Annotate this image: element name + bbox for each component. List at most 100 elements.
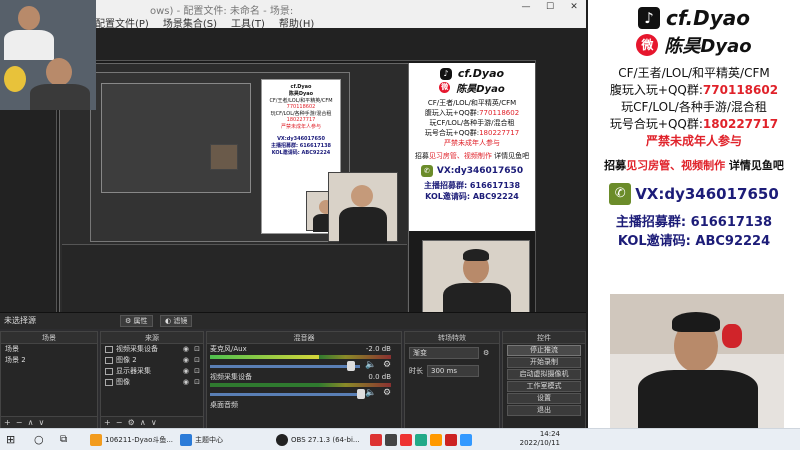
eye-icon[interactable]: ◉ (183, 344, 189, 355)
eye-icon[interactable]: ◉ (183, 377, 189, 388)
virtual-camera-button[interactable]: 启动虚拟摄像机 (507, 369, 581, 380)
eye-icon[interactable]: ◉ (183, 366, 189, 377)
screen: ows) - 配置文件: 未命名 - 场景: 配置文件(P) 场景集合(S) 工… (0, 0, 800, 450)
lock-icon[interactable]: ⊡ (194, 355, 200, 366)
transition-select[interactable]: 渐变 (409, 347, 479, 359)
taskbar-app-obs[interactable]: OBS 27.1.3 (64-bi... (276, 432, 360, 448)
volume-slider[interactable]: 🔈 ⚙ (207, 388, 401, 400)
volume-slider[interactable]: 🔈 ⚙ (207, 360, 401, 372)
source-item[interactable]: 图像 2 ◉ ⊡ (101, 355, 203, 366)
source-item[interactable]: 图像 ◉ ⊡ (101, 377, 203, 388)
gear-icon[interactable]: ⚙ (128, 418, 135, 427)
speaker-icon[interactable]: 🔈 (365, 360, 376, 370)
promo-kol: KOL邀请码: ABC92224 (617, 234, 771, 249)
canvas-promo-wechat: VX:dy346017650 (436, 166, 524, 176)
nested-promo-line3: 玩CF/LOL/各种手游/混合租 (270, 111, 332, 117)
remove-icon[interactable]: − (16, 418, 23, 427)
promo-line4-prefix: 玩号合玩+QQ群: (609, 117, 703, 131)
transitions-title: 转场特效 (405, 332, 499, 344)
nested-webcam-2 (210, 144, 238, 170)
canvas-promo-line2-prefix: 腹玩入玩+QQ群: (424, 109, 480, 117)
nested-obs-docks (62, 244, 407, 314)
canvas-promo-recruit-2: 详情见鱼吧 (494, 152, 530, 160)
promo-line2-prefix: 腹玩入玩+QQ群: (609, 83, 703, 97)
webcam-overlay-right (610, 294, 784, 428)
volume-knob[interactable] (357, 389, 365, 399)
scenes-title: 场景 (1, 332, 97, 344)
mixer-meter (210, 355, 391, 359)
search-icon[interactable]: ○ (34, 432, 44, 448)
taskbar-app-theme[interactable]: 主题中心 (180, 432, 260, 448)
canvas-promo-line4-value: 180227717 (479, 129, 520, 137)
gear-icon[interactable]: ⚙ (483, 349, 489, 357)
promo-line3: 玩CF/LOL/各种手游/混合租 (621, 100, 767, 114)
properties-button[interactable]: ⚙ 属性 (120, 315, 153, 327)
lock-icon[interactable]: ⊡ (194, 344, 200, 355)
source-item[interactable]: 视频采集设备 ◉ ⊡ (101, 344, 203, 355)
lock-icon[interactable]: ⊡ (194, 366, 200, 377)
window-controls: — ☐ ✕ (514, 0, 586, 14)
down-icon[interactable]: ∨ (151, 418, 157, 427)
canvas-promo-panel: ♪ cf.Dyao 微 陈昊Dyao CF/王者/LOL/和平精英/CFM 腹玩… (409, 63, 535, 231)
controls-title: 控件 (503, 332, 585, 344)
scene-item[interactable]: 场景 (1, 344, 97, 355)
sources-toolbar: + − ⚙ ∧ ∨ (101, 416, 203, 428)
taskbar-app-douyu[interactable]: 106211-Dyao斗鱼... (90, 432, 174, 448)
transitions-dock: 转场特效 渐变 ⚙ 时长 300 ms (404, 331, 500, 429)
maximize-icon[interactable]: ☐ (538, 0, 562, 14)
taskbar: ⊞ ○ ⧉ 106211-Dyao斗鱼... 主题中心 OBS 27.1.3 (… (0, 428, 800, 450)
canvas-promo-weibo-name: 陈昊Dyao (456, 84, 505, 95)
taskbar-pinned-icons[interactable] (370, 432, 475, 448)
task-view-icon[interactable]: ⧉ (60, 432, 67, 448)
promo-recruit-0: 招募 (604, 159, 627, 172)
mixer-dock: 混音器 麦克风/Aux -2.0 dB 🔈 ⚙ 视频采集设备 0.0 dB 🔈 ⚙ (206, 331, 402, 429)
eye-icon[interactable]: ◉ (183, 355, 189, 366)
promo-tiktok-name: cf.Dyao (666, 6, 750, 30)
speaker-icon[interactable]: 🔈 (365, 388, 376, 398)
clock-time: 14:24 (539, 430, 560, 438)
promo-warning: 严禁未成年人参与 (645, 134, 742, 148)
stop-streaming-button[interactable]: 停止推流 (507, 345, 581, 356)
exit-button[interactable]: 退出 (507, 405, 581, 416)
add-icon[interactable]: + (4, 418, 11, 427)
studio-mode-button[interactable]: 工作室模式 (507, 381, 581, 392)
system-clock[interactable]: 14:24 2022/10/11 (520, 430, 560, 448)
up-icon[interactable]: ∧ (28, 418, 34, 427)
gear-icon[interactable]: ⚙ (383, 360, 391, 370)
source-item[interactable]: 显示器采集 ◉ ⊡ (101, 366, 203, 377)
webcam-overlay-top (0, 0, 96, 110)
remove-icon[interactable]: − (116, 418, 123, 427)
mixer-channel-label: 视频采集设备 0.0 dB (210, 373, 391, 381)
mixer-channel-label: 麦克风/Aux -2.0 dB (210, 345, 391, 353)
promo-anchor-recruit: 主播招募群: 616617138 (615, 215, 773, 230)
promo-line4-value: 180227717 (702, 117, 779, 131)
canvas-promo-recruit-0: 招募 (414, 152, 429, 160)
gear-icon: ⚙ (125, 317, 132, 325)
scene-item[interactable]: 场景 2 (1, 355, 97, 366)
filter-icon: ◐ (165, 317, 172, 325)
start-recording-button[interactable]: 开始录制 (507, 357, 581, 368)
minimize-icon[interactable]: — (514, 0, 538, 14)
wechat-icon: ✆ (420, 165, 433, 177)
lock-icon[interactable]: ⊡ (194, 377, 200, 388)
add-icon[interactable]: + (104, 418, 111, 427)
image-icon (105, 356, 113, 364)
tiktok-icon: ♪ (439, 67, 452, 80)
up-icon[interactable]: ∧ (140, 418, 146, 427)
close-icon[interactable]: ✕ (562, 0, 586, 14)
duration-input[interactable]: 300 ms (427, 365, 479, 377)
duration-label: 时长 (409, 367, 423, 375)
image-icon (105, 378, 113, 386)
windows-start-icon[interactable]: ⊞ (6, 432, 15, 448)
settings-button[interactable]: 设置 (507, 393, 581, 404)
gear-icon[interactable]: ⚙ (383, 388, 391, 398)
plush-toy (4, 66, 26, 92)
clock-date: 2022/10/11 (519, 439, 560, 447)
promo-line2-value: 770118602 (702, 83, 779, 97)
volume-knob[interactable] (347, 361, 355, 371)
promo-wechat: VX:dy346017650 (635, 185, 779, 203)
filters-button[interactable]: ◐ 滤镜 (160, 315, 193, 327)
mixer-channel-label: 桌面音频 (210, 401, 238, 409)
tiktok-icon: ♪ (638, 7, 661, 29)
down-icon[interactable]: ∨ (39, 418, 45, 427)
